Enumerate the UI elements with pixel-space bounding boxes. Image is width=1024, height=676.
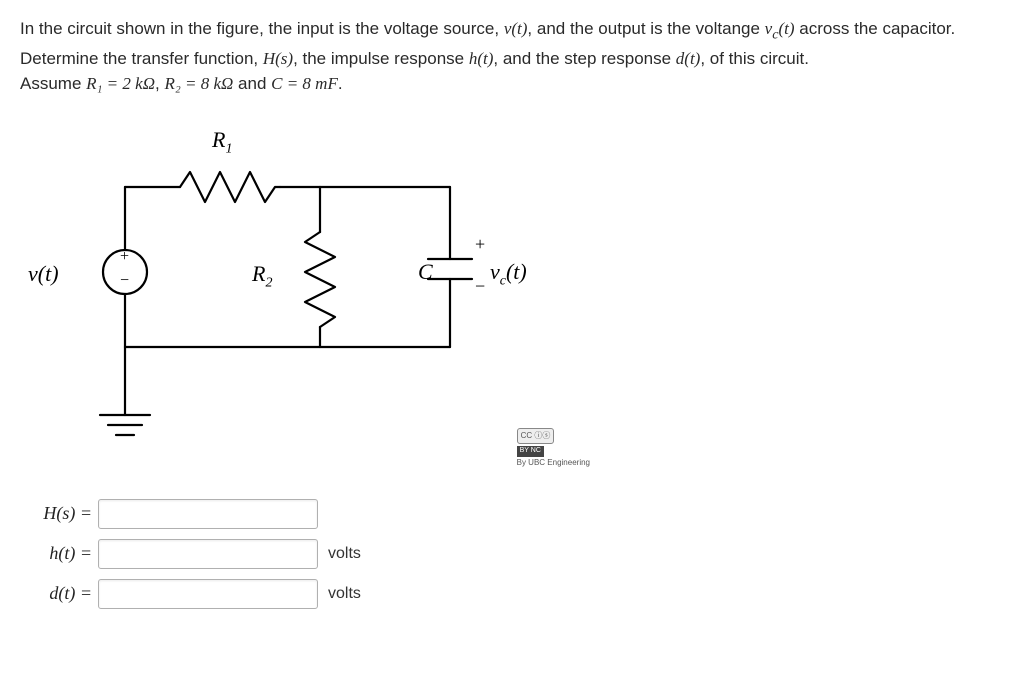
circuit-svg (20, 117, 600, 487)
answer-row-ht: h(t) = volts (20, 539, 1004, 569)
answer-unit-ht: volts (328, 542, 361, 566)
answer-label-ht: h(t) = (20, 540, 98, 567)
output-minus: − (475, 273, 485, 300)
answer-label-dt: d(t) = (20, 580, 98, 607)
given-R1: R₁ = 2 kΩ (86, 74, 155, 93)
var-dt: d(t) (676, 49, 701, 68)
given-R2: R₂ = 8 kΩ (164, 74, 233, 93)
var-vct: vc(t) (765, 19, 795, 38)
answer-input-dt[interactable] (98, 579, 318, 609)
cc-icons: CC ⓘⓢ (517, 428, 555, 444)
problem-text-part: . (338, 74, 343, 93)
problem-text-part: , and the output is the voltange (527, 19, 764, 38)
answer-row-Hs: H(s) = (20, 499, 1004, 529)
answer-unit-dt: volts (328, 582, 361, 606)
var-vt: v(t) (504, 19, 528, 38)
problem-text-part: , and the step response (493, 49, 675, 68)
label-R2: R2 (252, 257, 272, 293)
label-R1: R1 (212, 123, 232, 159)
problem-text-part: , the impulse response (293, 49, 469, 68)
problem-text-part: In the circuit shown in the figure, the … (20, 19, 504, 38)
answer-label-Hs: H(s) = (20, 500, 98, 527)
label-vct: vc(t) (490, 255, 527, 291)
problem-text-part: Assume (20, 74, 86, 93)
problem-statement: In the circuit shown in the figure, the … (20, 16, 1004, 97)
problem-text-part: , of this circuit. (700, 49, 809, 68)
answer-row-dt: d(t) = volts (20, 579, 1004, 609)
given-C: C = 8 mF (271, 74, 338, 93)
answer-input-ht[interactable] (98, 539, 318, 569)
label-C: C (418, 255, 433, 288)
attribution-badge: CC ⓘⓢ BY NC By UBC Engineering (517, 428, 590, 469)
output-plus: + (475, 231, 485, 258)
circuit-diagram: R1 R2 C v(t) vc(t) + − + − CC ⓘⓢ BY NC B… (20, 117, 600, 487)
answer-input-Hs[interactable] (98, 499, 318, 529)
problem-text-part: and (233, 74, 271, 93)
cc-by-nc: BY NC (517, 446, 544, 457)
var-ht: h(t) (469, 49, 494, 68)
source-minus: − (120, 269, 129, 293)
cc-byline: By UBC Engineering (517, 458, 590, 467)
answer-section: H(s) = h(t) = volts d(t) = volts (20, 499, 1004, 609)
var-Hs: H(s) (263, 49, 293, 68)
label-vt: v(t) (28, 257, 59, 290)
source-plus: + (120, 245, 129, 269)
